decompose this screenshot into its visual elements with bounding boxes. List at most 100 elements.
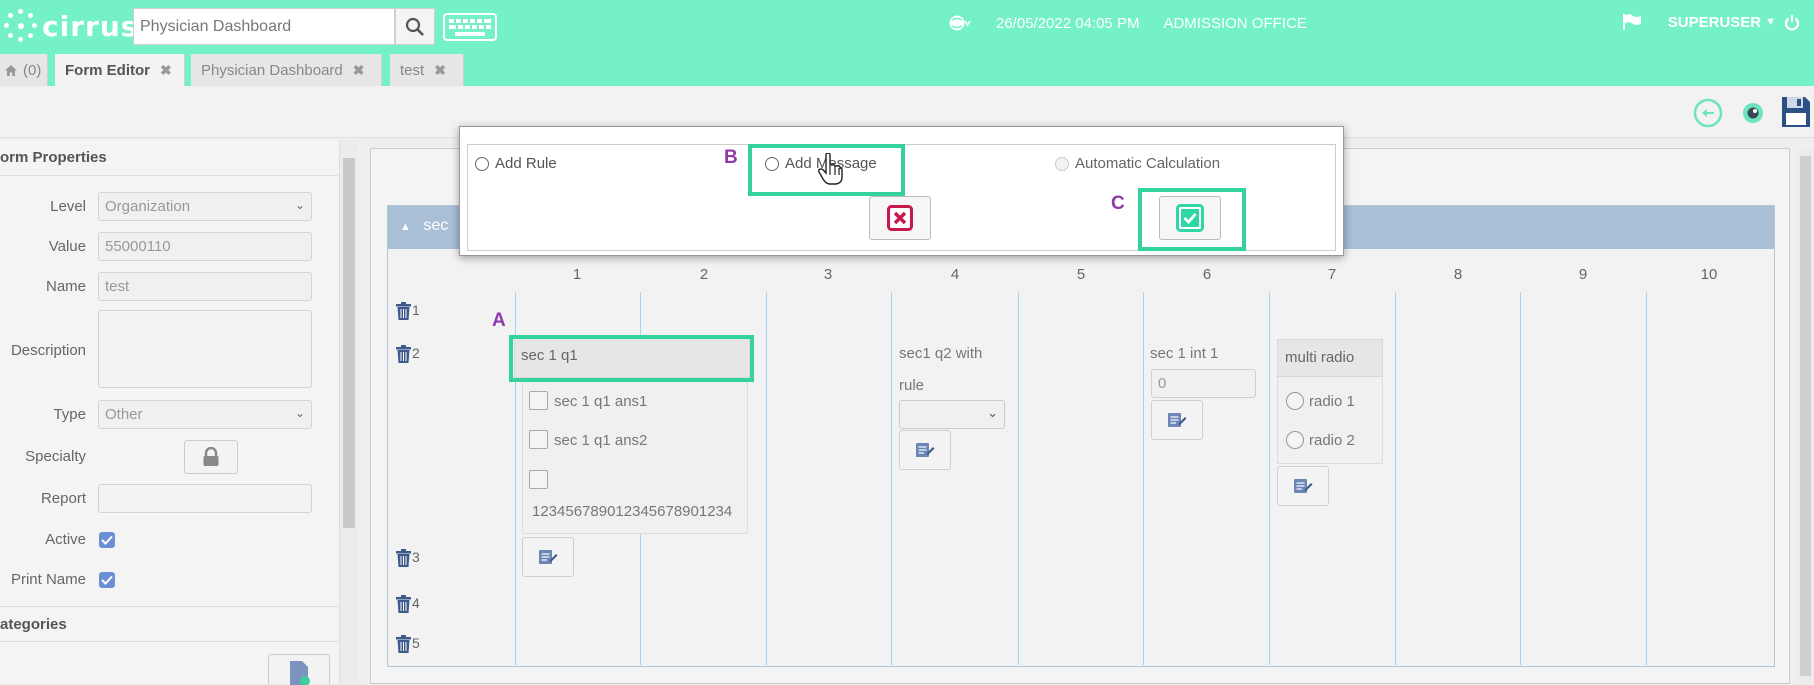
cirrus-logo[interactable]: cirrus (4, 8, 138, 44)
value-label: Value (48, 238, 86, 255)
radio-option-label: radio 1 (1309, 393, 1355, 410)
answer-checkbox[interactable] (529, 391, 548, 410)
highlight-box-b (748, 144, 905, 196)
row-delete-5[interactable]: 5 (396, 635, 420, 653)
search-input[interactable] (133, 8, 395, 45)
left-panel-scrollbar[interactable] (340, 140, 358, 684)
edit-document-icon (1168, 413, 1187, 427)
row-delete-1[interactable]: 1 (396, 302, 420, 320)
tab-home[interactable]: (0) (0, 54, 48, 86)
trash-icon (396, 302, 411, 320)
tab-test[interactable]: test ✖ (390, 54, 464, 86)
header-status: 26/05/2022 04:05 PM ADMISSION OFFICE (948, 14, 1307, 32)
row-delete-3[interactable]: 3 (396, 549, 420, 567)
row-number: 1 (412, 302, 420, 318)
level-value: Organization (105, 198, 191, 215)
tab-close-icon[interactable]: ✖ (434, 62, 446, 79)
answer-label: sec 1 q1 ans1 (554, 393, 648, 410)
form-properties-title: orm Properties (0, 140, 338, 176)
int1-input[interactable]: 0 (1151, 369, 1256, 398)
keyboard-button[interactable] (443, 13, 497, 41)
trash-icon (396, 595, 411, 613)
logo-dots-icon (4, 9, 38, 43)
radio-circle[interactable] (1055, 156, 1069, 171)
column-header: 10 (1700, 266, 1718, 283)
save-disk-icon[interactable] (1781, 96, 1811, 128)
trash-icon (396, 345, 411, 363)
collapse-caret-icon[interactable]: ▲ (400, 221, 411, 233)
add-rule-label: Add Rule (495, 155, 557, 172)
tab-bar: (0) Form Editor ✖ Physician Dashboard ✖ … (0, 52, 1814, 86)
lock-icon (203, 447, 219, 466)
radio-option[interactable] (1286, 392, 1304, 410)
report-field[interactable] (98, 484, 312, 513)
active-checkbox[interactable] (99, 532, 115, 548)
logo-text: cirrus (42, 9, 139, 43)
answer-label: 123456789012345678901234 (532, 503, 733, 520)
column-header: 4 (950, 266, 960, 283)
edit-question-button[interactable] (522, 537, 574, 577)
user-name[interactable]: SUPERUSER (1668, 14, 1761, 31)
search-button[interactable] (395, 8, 435, 45)
answer-checkbox[interactable] (529, 470, 548, 489)
power-icon[interactable] (1784, 14, 1800, 31)
edit-question-button[interactable] (899, 430, 951, 470)
edit-question-button[interactable] (1151, 400, 1203, 440)
globe-status-icon[interactable] (948, 14, 972, 32)
column-header: 1 (572, 266, 582, 283)
row-delete-4[interactable]: 4 (396, 595, 420, 613)
description-textarea[interactable] (98, 310, 312, 388)
form-properties-panel: orm Properties Level Organization ⌄ Valu… (0, 140, 340, 685)
tab-home-count: (0) (23, 61, 42, 79)
back-arrow-icon[interactable] (1693, 98, 1723, 128)
answer-checkbox[interactable] (529, 430, 548, 449)
annotation-label-c: C (1111, 193, 1125, 214)
tab-form-editor[interactable]: Form Editor ✖ (55, 54, 185, 86)
value-field[interactable]: 55000110 (98, 232, 312, 261)
keyboard-icon (443, 13, 497, 41)
type-select[interactable]: Other ⌄ (98, 400, 312, 429)
edit-question-button[interactable] (1277, 466, 1329, 506)
tab-close-icon[interactable]: ✖ (160, 62, 172, 79)
top-bar: cirrus 26/05/2022 04:05 PM ADMISSION OFF… (0, 0, 1814, 52)
name-label: Name (45, 278, 86, 295)
print-name-checkbox[interactable] (99, 572, 115, 588)
name-field[interactable]: test (98, 272, 312, 301)
level-select[interactable]: Organization ⌄ (98, 192, 312, 221)
radio-option[interactable] (1286, 431, 1304, 449)
chevron-down-icon: ⌄ (294, 406, 305, 420)
canvas-scrollbar-thumb[interactable] (1800, 156, 1811, 676)
column-header: 8 (1453, 266, 1463, 283)
q2-select[interactable]: ⌄ (899, 400, 1005, 429)
tab-form-editor-label: Form Editor (65, 61, 150, 79)
specialty-lock-button[interactable] (184, 440, 238, 474)
tab-physician-dashboard-label: Physician Dashboard (201, 61, 343, 79)
column-divider (766, 292, 767, 665)
tab-physician-dashboard[interactable]: Physician Dashboard ✖ (191, 54, 382, 86)
cancel-button[interactable] (869, 196, 931, 240)
answer-label: sec 1 q1 ans2 (554, 432, 648, 449)
radio-circle[interactable] (475, 156, 489, 171)
canvas-scrollbar[interactable] (1797, 148, 1814, 684)
question-label-multi-radio[interactable]: multi radio (1277, 339, 1383, 377)
add-rule-option[interactable]: Add Rule (475, 155, 557, 172)
row-delete-2[interactable]: 2 (396, 345, 420, 363)
description-label: Description (10, 342, 86, 359)
print-name-label: Print Name (10, 571, 86, 588)
column-divider (1395, 292, 1396, 665)
close-x-icon (887, 205, 913, 231)
chevron-down-icon: ⌄ (294, 198, 305, 212)
scrollbar-thumb[interactable] (343, 158, 355, 528)
automatic-calculation-option[interactable]: Automatic Calculation (1055, 155, 1220, 172)
preview-eye-icon[interactable] (1741, 101, 1765, 125)
flag-icon[interactable] (1622, 13, 1642, 31)
caret-down-icon[interactable]: ▼ (1765, 16, 1776, 28)
location-text: ADMISSION OFFICE (1163, 14, 1307, 32)
add-category-button[interactable] (268, 654, 330, 685)
tab-close-icon[interactable]: ✖ (353, 62, 365, 79)
row-number: 5 (412, 635, 420, 651)
row-number: 4 (412, 595, 420, 611)
column-header: 9 (1578, 266, 1588, 283)
row-number: 3 (412, 549, 420, 565)
column-header: 2 (699, 266, 709, 283)
